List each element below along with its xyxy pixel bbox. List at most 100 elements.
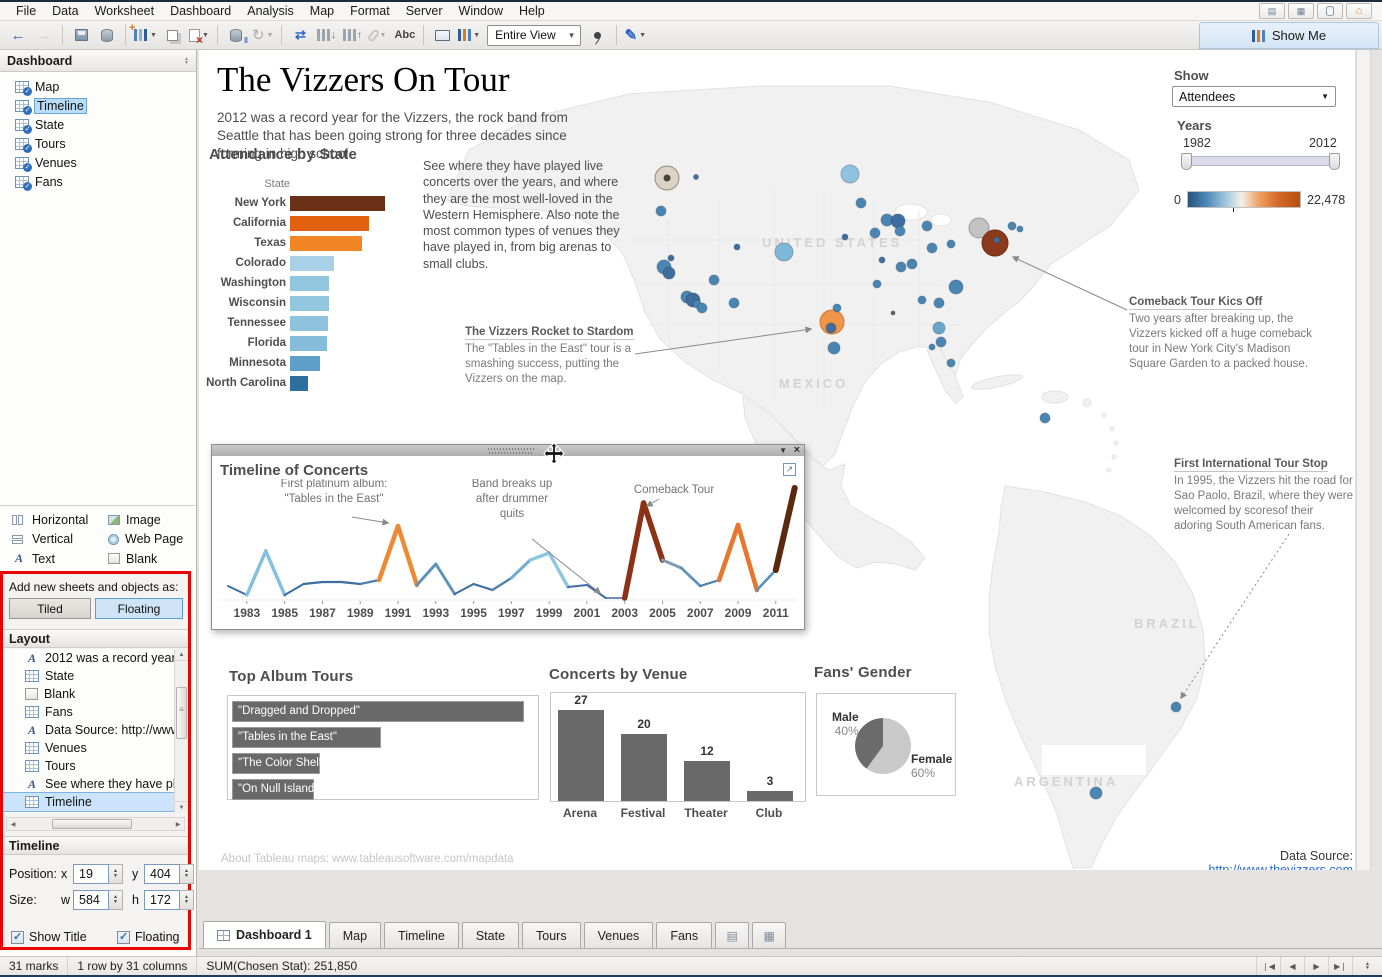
map-mark[interactable] bbox=[870, 228, 880, 238]
layout-item[interactable]: Fans bbox=[3, 703, 188, 721]
years-range-slider[interactable] bbox=[1182, 156, 1339, 166]
menu-worksheet[interactable]: Worksheet bbox=[87, 3, 163, 19]
attendance-row[interactable]: Wisconsin bbox=[199, 293, 385, 313]
timeline-floating-window[interactable]: ▼ × Timeline of Concerts ↗ 1983198519871… bbox=[211, 444, 805, 630]
show-cards-button[interactable]: ▦ bbox=[1288, 3, 1314, 19]
previous-sheet-icon[interactable]: ◀ bbox=[1280, 957, 1304, 975]
tab-tours[interactable]: Tours bbox=[522, 922, 581, 948]
x-position-input[interactable]: 19 bbox=[73, 864, 109, 884]
tab-timeline[interactable]: Timeline bbox=[384, 922, 459, 948]
floating-button[interactable]: Floating bbox=[95, 598, 183, 619]
scroll-down-icon[interactable]: ▼ bbox=[175, 801, 188, 813]
map-mark[interactable] bbox=[907, 259, 917, 269]
timeline-line-chart[interactable]: 1983198519871989199119931995199719992001… bbox=[212, 479, 804, 629]
map-mark[interactable] bbox=[734, 244, 740, 250]
map-mark[interactable] bbox=[947, 359, 955, 367]
drag-grip-icon[interactable] bbox=[488, 448, 534, 454]
map-mark[interactable] bbox=[918, 296, 926, 304]
venue-bar[interactable] bbox=[558, 710, 604, 801]
start-page-button[interactable]: ⌂ bbox=[1346, 3, 1372, 19]
back-arrow-icon[interactable]: ← bbox=[6, 23, 30, 47]
format-pen-icon[interactable]: ✎▼ bbox=[623, 23, 649, 47]
group-icon[interactable]: ▼ bbox=[366, 23, 390, 47]
map-mark[interactable] bbox=[934, 298, 944, 308]
layout-item[interactable]: Timeline bbox=[3, 793, 188, 811]
map-mark[interactable] bbox=[896, 262, 906, 272]
layout-item[interactable]: Tours bbox=[3, 757, 188, 775]
attendance-row[interactable]: Colorado bbox=[199, 253, 385, 273]
album-bar[interactable]: "The Color Shelf" bbox=[232, 753, 320, 774]
height-spinner[interactable]: ▲▼ bbox=[180, 890, 194, 910]
show-me-mini-icon[interactable]: ▼ bbox=[456, 23, 482, 47]
map-mark[interactable] bbox=[842, 234, 848, 240]
map-mark[interactable] bbox=[922, 221, 932, 231]
state-bar[interactable] bbox=[290, 236, 362, 251]
tiled-button[interactable]: Tiled bbox=[9, 598, 91, 619]
attendance-by-state-chart[interactable]: StateNew YorkCaliforniaTexasColoradoWash… bbox=[199, 178, 385, 393]
map-mark[interactable] bbox=[828, 342, 840, 354]
duplicate-sheet-icon[interactable] bbox=[161, 23, 185, 47]
map-mark[interactable] bbox=[927, 243, 937, 253]
tab-state[interactable]: State bbox=[462, 922, 519, 948]
object-text[interactable]: AText bbox=[12, 549, 108, 568]
map-mark[interactable] bbox=[895, 226, 905, 236]
sheet-sorter-icon[interactable]: ▲▼ bbox=[1352, 957, 1382, 975]
sidebar-sheet-map[interactable]: Map bbox=[0, 77, 196, 96]
go-to-sheet-icon[interactable]: ↗ bbox=[783, 463, 796, 476]
new-worksheet-icon[interactable]: ▼ bbox=[132, 23, 159, 47]
tab-dashboard-1[interactable]: Dashboard 1 bbox=[203, 921, 326, 948]
attendance-row[interactable]: Florida bbox=[199, 333, 385, 353]
menu-dashboard[interactable]: Dashboard bbox=[162, 3, 239, 19]
venue-bar[interactable] bbox=[747, 791, 793, 801]
data-source-icon[interactable] bbox=[95, 23, 119, 47]
slider-right-handle[interactable] bbox=[1329, 153, 1340, 170]
map-mark[interactable] bbox=[833, 304, 841, 312]
layout-item[interactable]: ASee where they have play bbox=[3, 775, 188, 793]
scroll-up-icon[interactable]: ▲ bbox=[175, 649, 188, 661]
map-mark[interactable] bbox=[936, 337, 946, 347]
layout-horizontal-scrollbar[interactable]: ◀ ▶ bbox=[6, 817, 185, 831]
menu-file[interactable]: File bbox=[8, 3, 44, 19]
new-dashboard-tab[interactable]: ▦ bbox=[752, 922, 786, 948]
save-icon[interactable] bbox=[69, 23, 93, 47]
first-sheet-icon[interactable]: ❘◀ bbox=[1256, 957, 1280, 975]
venue-bar[interactable] bbox=[621, 734, 667, 801]
attendance-row[interactable]: North Carolina bbox=[199, 373, 385, 393]
map-mark[interactable] bbox=[879, 257, 885, 263]
map-mark[interactable] bbox=[929, 344, 935, 350]
show-filter-dropdown[interactable]: Attendees ▼ bbox=[1172, 86, 1336, 107]
map-mark[interactable] bbox=[873, 280, 881, 288]
concerts-by-venue-chart[interactable]: 2720123 bbox=[550, 692, 806, 802]
menu-help[interactable]: Help bbox=[511, 3, 553, 19]
delete-sheet-icon[interactable]: ▼ bbox=[187, 23, 211, 47]
toolbar-toggle-button[interactable]: ▤ bbox=[1259, 3, 1285, 19]
swap-axes-icon[interactable]: ⇄ bbox=[288, 23, 312, 47]
attendance-row[interactable]: Texas bbox=[199, 233, 385, 253]
map-mark[interactable] bbox=[663, 267, 675, 279]
connections-icon[interactable]: ‖ bbox=[224, 23, 248, 47]
state-bar[interactable] bbox=[290, 316, 328, 331]
state-bar[interactable] bbox=[290, 276, 329, 291]
map-mark[interactable] bbox=[729, 298, 739, 308]
object-web-page[interactable]: Web Page bbox=[108, 530, 196, 549]
album-bar[interactable]: "On Null Island" bbox=[232, 779, 314, 800]
map-mark[interactable] bbox=[656, 206, 666, 216]
mark-labels-icon[interactable]: Abc bbox=[392, 23, 417, 47]
map-mark[interactable] bbox=[891, 311, 895, 315]
tab-map[interactable]: Map bbox=[329, 922, 381, 948]
sidebar-sheet-venues[interactable]: Venues bbox=[0, 153, 196, 172]
map-mark[interactable] bbox=[826, 323, 836, 333]
state-bar[interactable] bbox=[290, 296, 329, 311]
state-bar[interactable] bbox=[290, 216, 369, 231]
show-title-checkbox-row[interactable]: Show Title bbox=[11, 930, 87, 944]
venue-bar[interactable] bbox=[684, 761, 730, 801]
slider-left-handle[interactable] bbox=[1181, 153, 1192, 170]
map-mark[interactable] bbox=[947, 240, 955, 248]
y-position-spinner[interactable]: ▲▼ bbox=[180, 864, 194, 884]
menu-window[interactable]: Window bbox=[451, 3, 511, 19]
data-source-link[interactable]: http://www.thevizzers.com bbox=[1209, 863, 1354, 870]
map-mark[interactable] bbox=[1040, 413, 1050, 423]
map-mark[interactable] bbox=[1090, 787, 1102, 799]
attendance-row[interactable]: Tennessee bbox=[199, 313, 385, 333]
map-mark[interactable] bbox=[982, 230, 1008, 256]
